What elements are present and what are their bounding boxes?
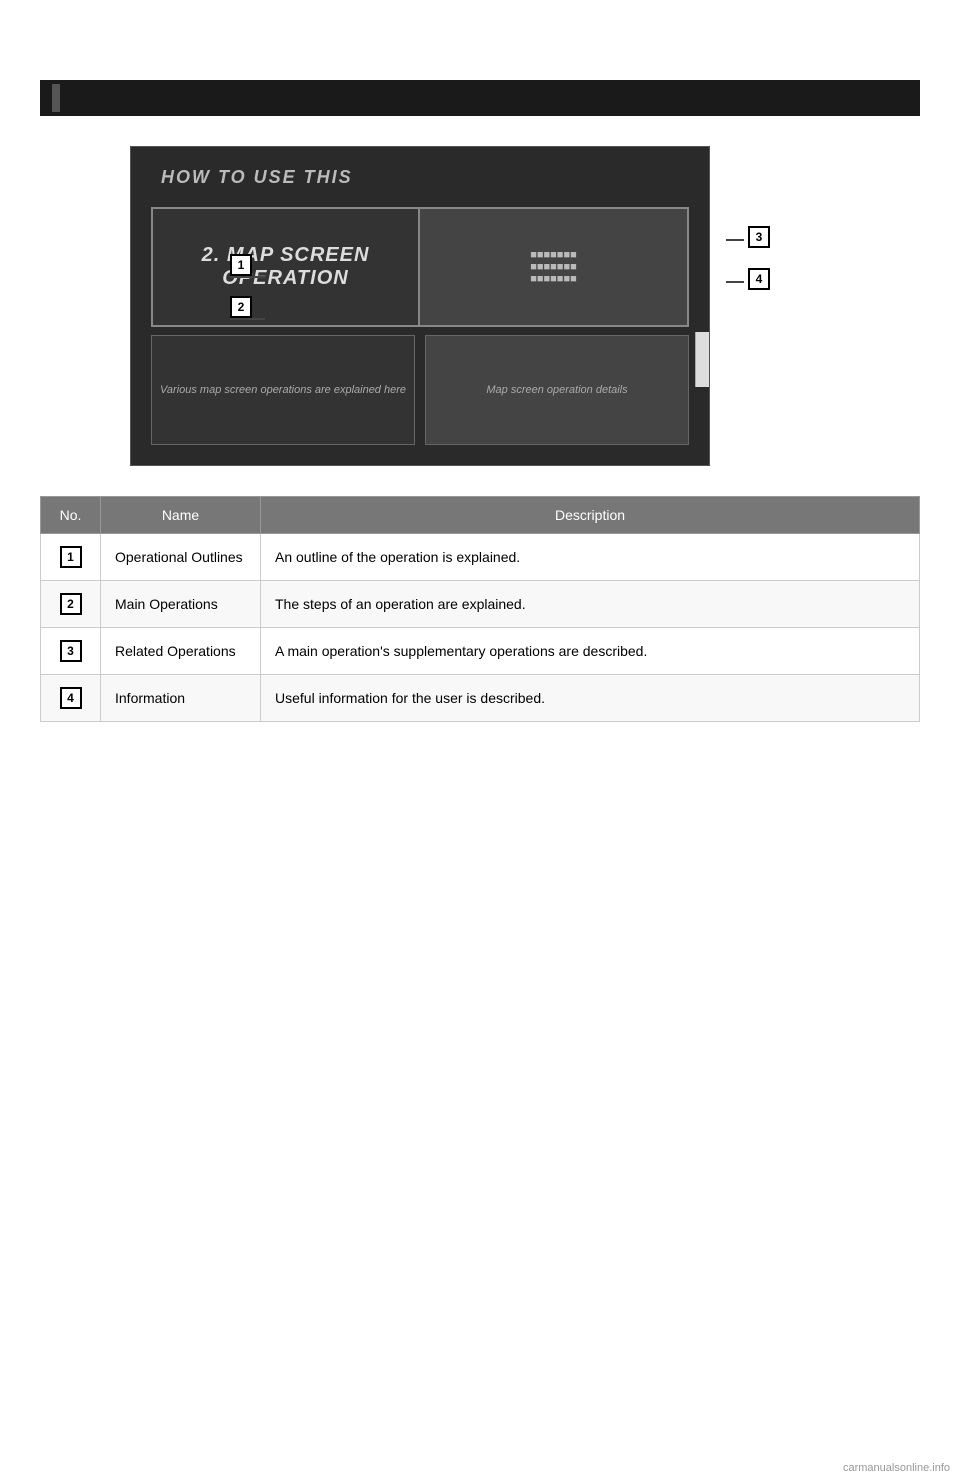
row-1-name: Operational Outlines (101, 534, 261, 581)
row-2-name: Main Operations (101, 581, 261, 628)
callout-3: 3 (726, 226, 770, 248)
table-header-name: Name (101, 497, 261, 534)
row-4-name: Information (101, 675, 261, 722)
diagram-main-right: ■■■■■■■■■■■■■■■■■■■■■ (420, 209, 687, 325)
callout-line-2 (230, 318, 265, 320)
row-4-desc: Useful information for the user is descr… (261, 675, 920, 722)
table-row: 3 Related Operations A main operation's … (41, 628, 920, 675)
row-2-desc: The steps of an operation are explained. (261, 581, 920, 628)
callout-1: 1 (230, 254, 265, 278)
row-3-badge: 3 (60, 640, 82, 662)
footer-watermark: carmanualsonline.info (843, 1462, 950, 1474)
callout-2: 2 (230, 296, 265, 320)
table-header-no: No. (41, 497, 101, 534)
diagram-top-label: HOW TO USE THIS (161, 167, 353, 188)
header-accent (52, 84, 60, 112)
diagram-right-content: ■■■■■■■■■■■■■■■■■■■■■ (522, 241, 585, 293)
diagram-bottom-right-text: Map screen operation details (481, 379, 632, 401)
callout-line-3 (726, 239, 744, 241)
badge-3: 3 (748, 226, 770, 248)
diagram-bottom-left-text: Various map screen operations are explai… (155, 379, 411, 401)
header-bar (40, 80, 920, 116)
row-4-badge: 4 (60, 687, 82, 709)
diagram-bottom-left: Various map screen operations are explai… (151, 335, 415, 445)
table-header-desc: Description (261, 497, 920, 534)
callout-line-4 (726, 281, 744, 283)
diagram-main-left: 2. MAP SCREEN OPERATION (153, 209, 420, 325)
page-wrapper: HOW TO USE THIS 2. MAP SCREEN OPERATION … (0, 0, 960, 1484)
info-table: No. Name Description 1 Operational Outli… (40, 496, 920, 722)
badge-2: 2 (230, 296, 252, 318)
badge-4: 4 (748, 268, 770, 290)
diagram-container: HOW TO USE THIS 2. MAP SCREEN OPERATION … (130, 146, 830, 466)
row-2-badge: 2 (60, 593, 82, 615)
diagram-bottom-right: Map screen operation details (425, 335, 689, 445)
diagram-main-text: 2. MAP SCREEN OPERATION (153, 244, 418, 290)
row-1-desc: An outline of the operation is explained… (261, 534, 920, 581)
table-row: 2 Main Operations The steps of an operat… (41, 581, 920, 628)
table-row: 4 Information Useful information for the… (41, 675, 920, 722)
callout-4: 4 (726, 268, 770, 290)
diagram-bottom-section: Various map screen operations are explai… (151, 335, 689, 445)
badge-1: 1 (230, 254, 252, 276)
diagram-box: HOW TO USE THIS 2. MAP SCREEN OPERATION … (130, 146, 710, 466)
row-4-no: 4 (41, 675, 101, 722)
right-indicator-bar (695, 332, 709, 387)
table-row: 1 Operational Outlines An outline of the… (41, 534, 920, 581)
row-3-desc: A main operation's supplementary operati… (261, 628, 920, 675)
row-2-no: 2 (41, 581, 101, 628)
callout-line-1 (230, 276, 265, 278)
row-3-no: 3 (41, 628, 101, 675)
row-1-badge: 1 (60, 546, 82, 568)
row-1-no: 1 (41, 534, 101, 581)
row-3-name: Related Operations (101, 628, 261, 675)
